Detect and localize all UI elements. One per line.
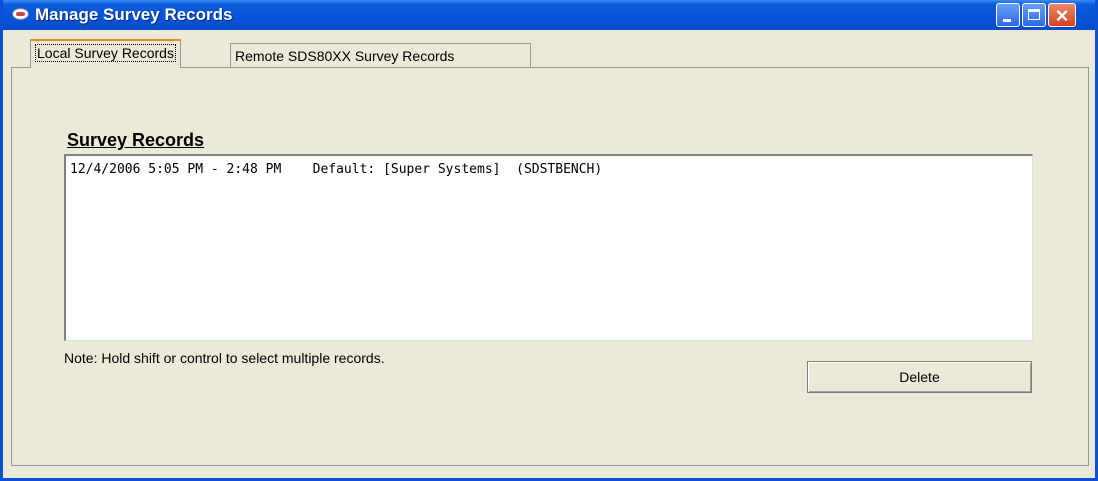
minimize-button[interactable] (996, 3, 1020, 27)
tab-label: Remote SDS80XX Survey Records (235, 48, 455, 64)
survey-records-label: Survey Records (67, 130, 205, 150)
close-button[interactable]: × (1048, 3, 1076, 28)
close-icon: × (1055, 3, 1069, 28)
list-item[interactable]: 12/4/2006 5:05 PM - 2:48 PM Default: [Su… (70, 162, 602, 177)
survey-records-list[interactable]: 12/4/2006 5:05 PM - 2:48 PM Default: [Su… (64, 154, 1033, 341)
window-title: Manage Survey Records (35, 5, 233, 24)
selection-note: Note: Hold shift or control to select mu… (64, 350, 385, 366)
title-bar[interactable]: Manage Survey Records × (3, 0, 1095, 30)
window: Manage Survey Records × Local Survey Rec… (0, 0, 1098, 481)
maximize-button[interactable] (1022, 3, 1046, 27)
tab-label: Local Survey Records (35, 44, 176, 62)
minimize-icon (1003, 19, 1011, 22)
tab-local-survey-records[interactable]: Local Survey Records (30, 39, 181, 68)
app-icon[interactable] (12, 8, 29, 20)
delete-button[interactable]: Delete (807, 361, 1032, 393)
tab-remote-survey-records[interactable]: Remote SDS80XX Survey Records (230, 43, 531, 69)
maximize-icon (1028, 9, 1040, 20)
